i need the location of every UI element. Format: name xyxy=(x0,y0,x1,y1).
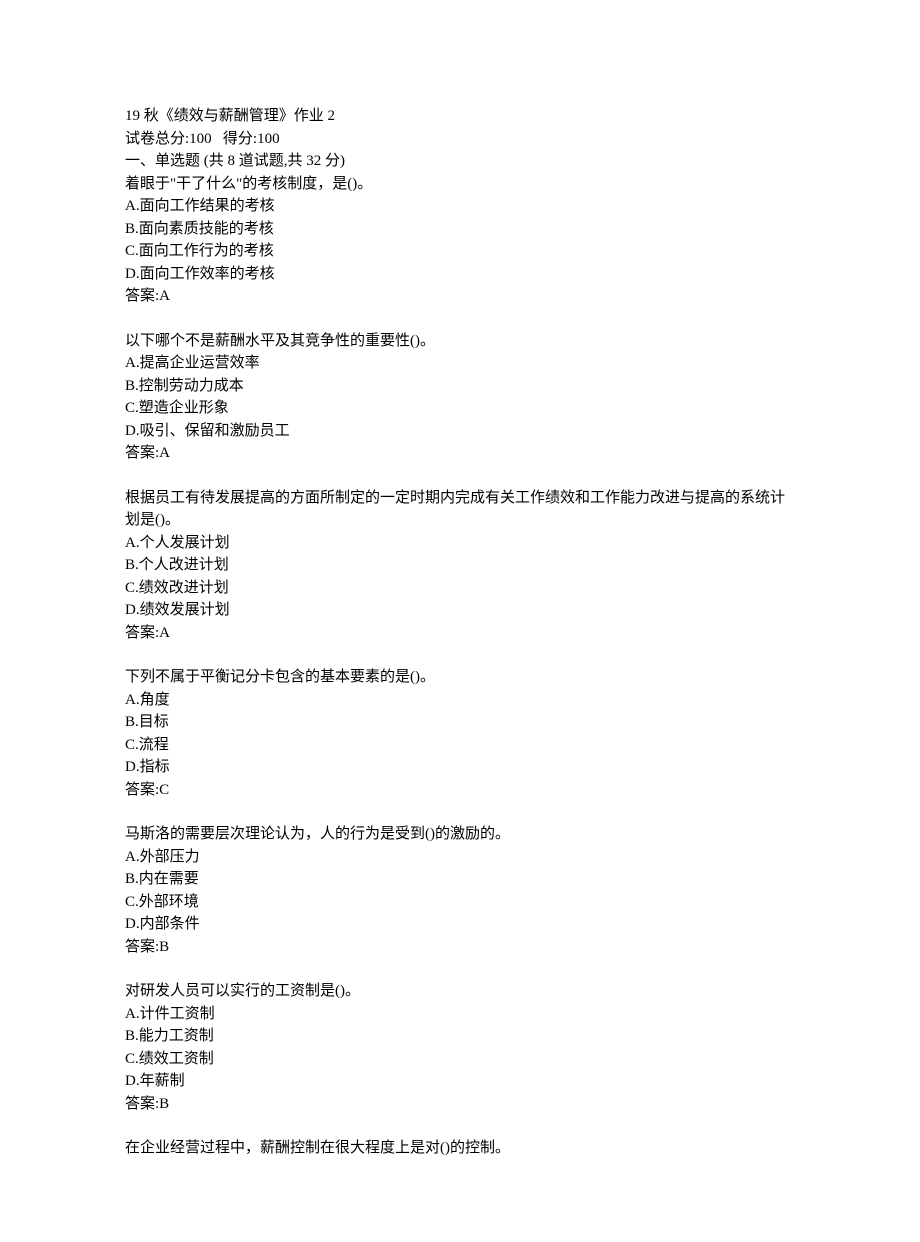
question-option: A.角度 xyxy=(125,689,795,712)
document-header: 19 秋《绩效与薪酬管理》作业 2 试卷总分:100 得分:100 一、单选题 … xyxy=(125,105,795,308)
question-option: B.控制劳动力成本 xyxy=(125,375,795,398)
question-block: 以下哪个不是薪酬水平及其竞争性的重要性()。 A.提高企业运营效率 B.控制劳动… xyxy=(125,330,795,465)
question-option: C.塑造企业形象 xyxy=(125,397,795,420)
question-answer: 答案:A xyxy=(125,285,795,308)
question-option: A.计件工资制 xyxy=(125,1003,795,1026)
question-block: 在企业经营过程中，薪酬控制在很大程度上是对()的控制。 xyxy=(125,1137,795,1160)
question-option: B.面向素质技能的考核 xyxy=(125,218,795,241)
question-option: A.提高企业运营效率 xyxy=(125,352,795,375)
question-answer: 答案:C xyxy=(125,779,795,802)
question-stem: 下列不属于平衡记分卡包含的基本要素的是()。 xyxy=(125,666,795,689)
question-stem: 马斯洛的需要层次理论认为，人的行为是受到()的激励的。 xyxy=(125,823,795,846)
question-option: B.能力工资制 xyxy=(125,1025,795,1048)
question-option: A.个人发展计划 xyxy=(125,532,795,555)
question-answer: 答案:A xyxy=(125,442,795,465)
question-option: C.面向工作行为的考核 xyxy=(125,240,795,263)
question-stem: 以下哪个不是薪酬水平及其竞争性的重要性()。 xyxy=(125,330,795,353)
question-option: D.绩效发展计划 xyxy=(125,599,795,622)
question-option: B.个人改进计划 xyxy=(125,554,795,577)
question-block: 下列不属于平衡记分卡包含的基本要素的是()。 A.角度 B.目标 C.流程 D.… xyxy=(125,666,795,801)
question-option: D.内部条件 xyxy=(125,913,795,936)
question-answer: 答案:B xyxy=(125,1093,795,1116)
question-answer: 答案:A xyxy=(125,622,795,645)
score-line: 试卷总分:100 得分:100 xyxy=(125,128,795,151)
question-option: B.内在需要 xyxy=(125,868,795,891)
question-option: C.外部环境 xyxy=(125,891,795,914)
section-heading: 一、单选题 (共 8 道试题,共 32 分) xyxy=(125,150,795,173)
question-option: D.指标 xyxy=(125,756,795,779)
question-block: 根据员工有待发展提高的方面所制定的一定时期内完成有关工作绩效和工作能力改进与提高… xyxy=(125,487,795,645)
question-option: D.年薪制 xyxy=(125,1070,795,1093)
question-block: 马斯洛的需要层次理论认为，人的行为是受到()的激励的。 A.外部压力 B.内在需… xyxy=(125,823,795,958)
question-option: A.面向工作结果的考核 xyxy=(125,195,795,218)
question-option: C.绩效工资制 xyxy=(125,1048,795,1071)
question-option: A.外部压力 xyxy=(125,846,795,869)
question-option: D.面向工作效率的考核 xyxy=(125,263,795,286)
question-option: C.流程 xyxy=(125,734,795,757)
question-option: C.绩效改进计划 xyxy=(125,577,795,600)
question-stem: 着眼于"干了什么"的考核制度，是()。 xyxy=(125,173,795,196)
question-block: 对研发人员可以实行的工资制是()。 A.计件工资制 B.能力工资制 C.绩效工资… xyxy=(125,980,795,1115)
question-stem: 对研发人员可以实行的工资制是()。 xyxy=(125,980,795,1003)
question-option: D.吸引、保留和激励员工 xyxy=(125,420,795,443)
question-answer: 答案:B xyxy=(125,936,795,959)
question-option: B.目标 xyxy=(125,711,795,734)
document-title: 19 秋《绩效与薪酬管理》作业 2 xyxy=(125,105,795,128)
question-stem: 根据员工有待发展提高的方面所制定的一定时期内完成有关工作绩效和工作能力改进与提高… xyxy=(125,487,795,532)
question-stem: 在企业经营过程中，薪酬控制在很大程度上是对()的控制。 xyxy=(125,1137,795,1160)
